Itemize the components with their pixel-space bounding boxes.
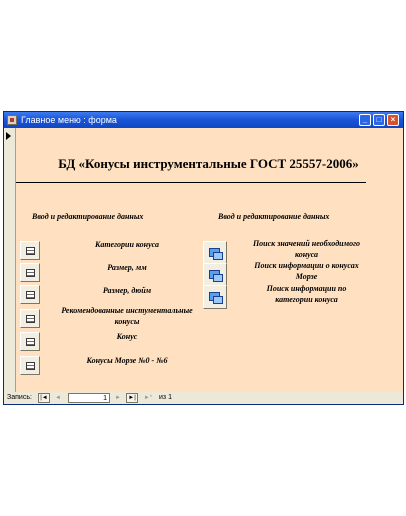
minimize-button[interactable]: _	[359, 114, 371, 126]
form-body: БД «Конусы инструментальные ГОСТ 25557-2…	[4, 128, 403, 392]
categories-button[interactable]	[20, 241, 40, 260]
title-divider	[16, 182, 366, 183]
next-record-button[interactable]: ►	[112, 393, 124, 403]
window-title: Главное меню : форма	[21, 115, 117, 125]
cone-button[interactable]	[20, 332, 40, 351]
left-section-title: Ввод и редактирование данных	[32, 212, 144, 221]
search-category-info-button[interactable]	[203, 285, 227, 309]
record-navigation-bar: Запись: |◄ ◄ ► ►| ►* из 1	[4, 392, 403, 404]
size-inch-label: Размер, дюйм	[102, 286, 152, 295]
recommended-cones-label: Рекомендованные инстументальные конусы	[61, 306, 193, 326]
cone-label: Конус	[116, 332, 138, 341]
title-bar[interactable]: Главное меню : форма _ □ ×	[4, 112, 403, 128]
close-button[interactable]: ×	[387, 114, 399, 126]
search-category-info-label: Поиск информации по категории конуса	[266, 284, 347, 304]
search-cone-values-button[interactable]	[203, 241, 227, 265]
maximize-button[interactable]: □	[373, 114, 385, 126]
record-count: из 1	[159, 394, 172, 401]
form-icon	[7, 115, 17, 125]
recommended-cones-button[interactable]	[20, 309, 40, 328]
search-morse-info-button[interactable]	[203, 263, 227, 287]
morse-cones-label: Конусы Морзе №0 - №6	[86, 356, 168, 365]
right-section-title: Ввод и редактирование данных	[218, 212, 330, 221]
page-title: БД «Конусы инструментальные ГОСТ 25557-2…	[58, 156, 359, 171]
previous-record-button[interactable]: ◄	[52, 393, 64, 403]
new-record-button[interactable]: ►*	[140, 393, 156, 403]
record-number-input[interactable]	[68, 393, 110, 403]
search-cone-values-label: Поиск значений необходимого конуса	[252, 239, 361, 259]
morse-cones-button[interactable]	[20, 356, 40, 375]
form-window: Главное меню : форма _ □ × БД «Конусы ин…	[3, 111, 404, 405]
search-morse-info-label: Поиск информации о конусах Морзе	[254, 261, 359, 281]
size-inch-button[interactable]	[20, 285, 40, 304]
current-record-arrow-icon	[6, 132, 11, 140]
size-mm-button[interactable]	[20, 263, 40, 282]
record-label: Запись:	[7, 394, 32, 401]
last-record-button[interactable]: ►|	[126, 393, 138, 403]
categories-label: Категории конуса	[94, 240, 160, 249]
size-mm-label: Размер, мм	[107, 263, 147, 272]
first-record-button[interactable]: |◄	[38, 393, 50, 403]
